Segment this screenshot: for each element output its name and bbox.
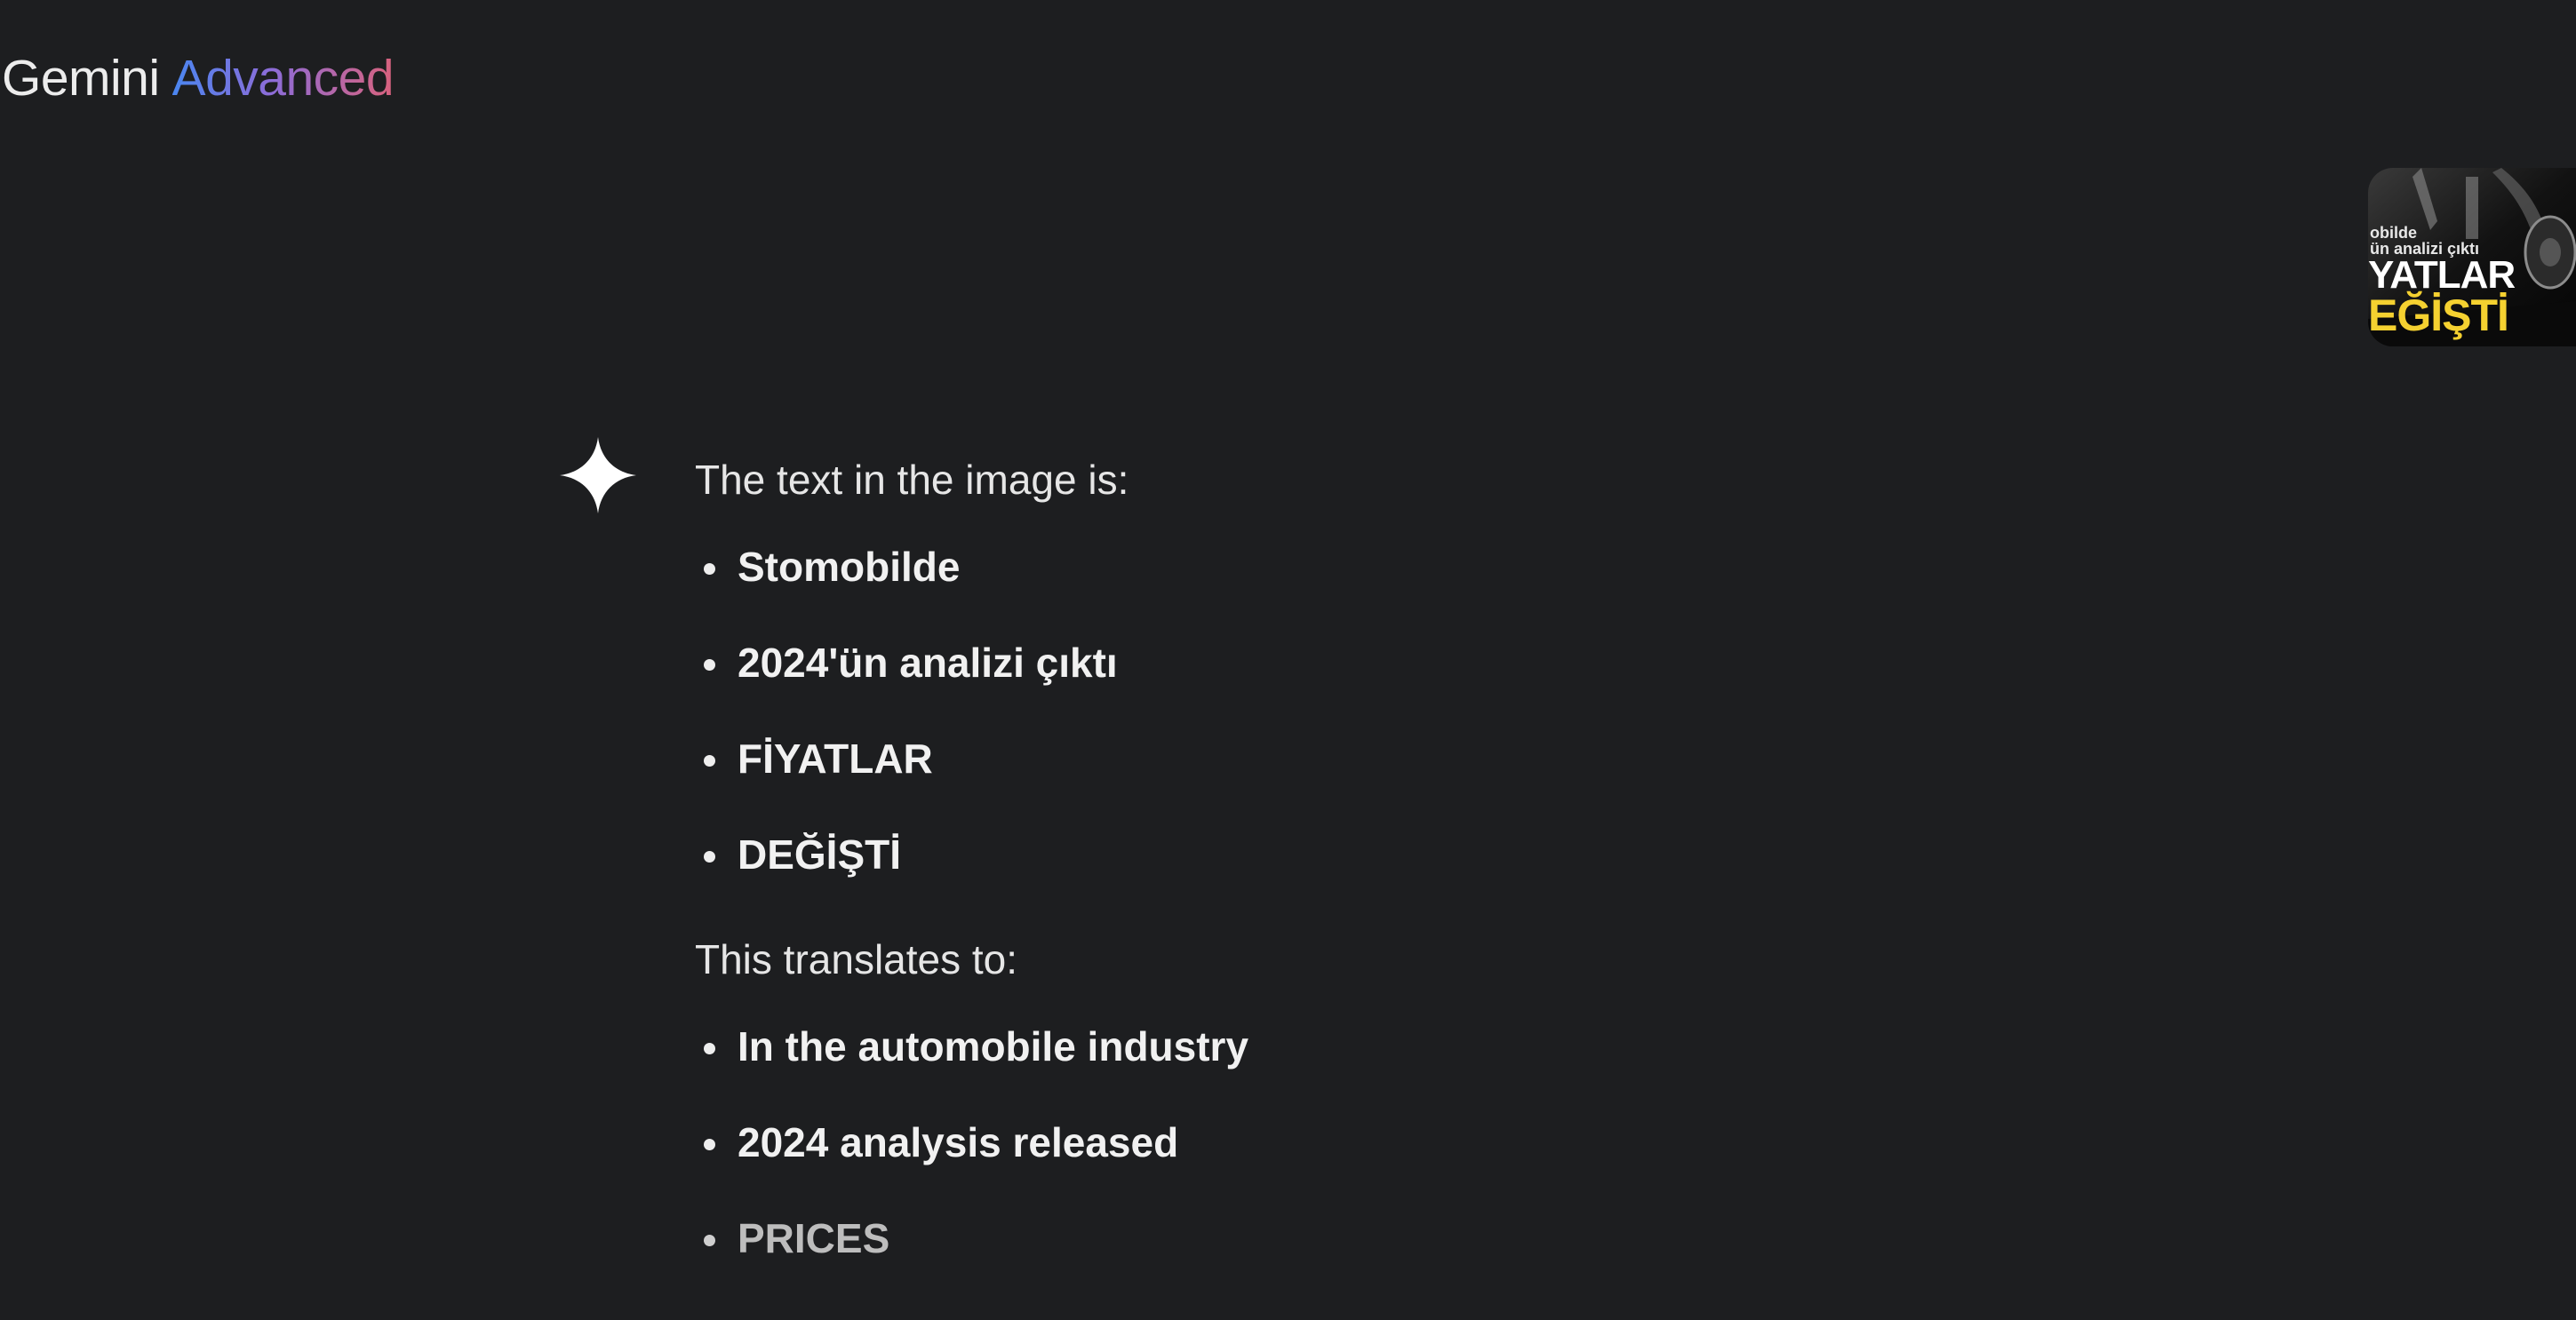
list-item: Stomobilde [695,540,2028,593]
translated-text-list: In the automobile industry 2024 analysis… [695,1020,2028,1265]
brand-tier-label: Advanced [171,50,395,107]
gemini-spark-icon [558,435,638,515]
list-item: DEĞİŞTİ [695,828,2028,881]
response-message: The text in the image is: Stomobilde 202… [695,444,2028,1308]
thumbnail-text-line-1: obilde [2370,224,2417,242]
brand-name: Gemini [2,50,160,107]
list-item: PRICES [695,1212,2028,1265]
original-text-list: Stomobilde 2024'ün analizi çıktı FİYATLA… [695,540,2028,881]
uploaded-image-thumbnail[interactable]: obilde ün analizi çıktı YATLAR EĞİŞTİ [2368,168,2576,346]
thumbnail-text-line-4: EĞİŞTİ [2368,290,2508,340]
list-item: 2024 analysis released [695,1116,2028,1169]
app-title: Gemini Advanced [2,43,395,114]
list-item: 2024'ün analizi çıktı [695,636,2028,689]
list-item: FİYATLAR [695,732,2028,785]
translation-intro: This translates to: [695,936,1018,982]
response-intro: The text in the image is: [695,457,1129,503]
list-item: In the automobile industry [695,1020,2028,1073]
